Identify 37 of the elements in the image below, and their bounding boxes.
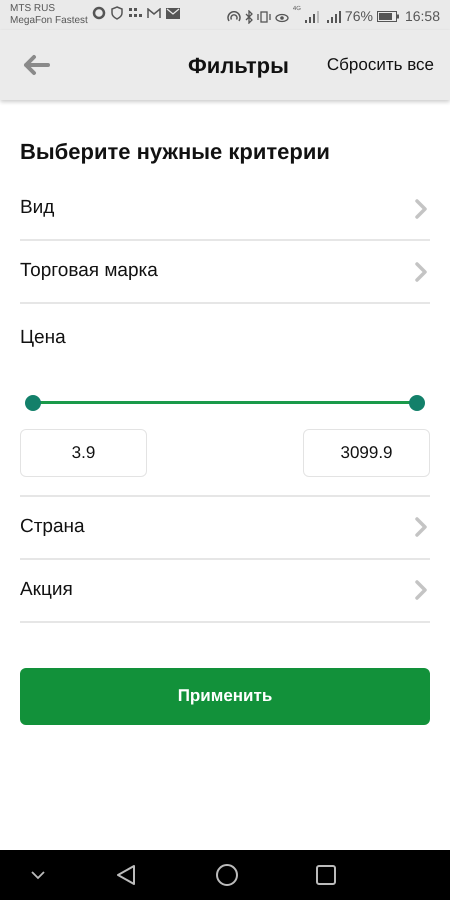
apply-button[interactable]: Применить — [20, 668, 430, 724]
back-triangle-icon[interactable] — [116, 864, 136, 886]
criterion-row[interactable]: Торговая марка — [20, 241, 430, 304]
shield-icon — [110, 6, 123, 20]
min-price-field[interactable]: 3.9 — [20, 428, 147, 476]
criterion-label: Цена — [20, 326, 67, 350]
chevron-right-icon — [414, 516, 428, 538]
recents-square-icon[interactable] — [316, 865, 336, 885]
carrier-name: MegaFon Fastest — [10, 15, 88, 27]
mail-icon — [146, 8, 161, 18]
chevron-right-icon — [414, 198, 428, 220]
battery-icon — [376, 11, 399, 22]
signal-icon — [326, 10, 341, 22]
signal-icon — [304, 10, 319, 22]
section-heading: Выберите нужные критерии — [20, 138, 331, 166]
clock-time: 16:58 — [404, 7, 440, 26]
criterion-row[interactable]: Акция — [20, 560, 430, 622]
max-price-field[interactable]: 3099.9 — [303, 428, 430, 476]
grid-icon — [128, 7, 142, 19]
hotspot-icon — [226, 10, 241, 22]
chevron-right-icon — [414, 579, 428, 601]
slider-thumb[interactable] — [409, 394, 425, 410]
home-circle-icon[interactable] — [216, 864, 238, 886]
carrier-name: MTS RUS — [10, 3, 56, 15]
criterion-row[interactable]: Вид — [20, 178, 430, 241]
slider-thumb[interactable] — [25, 394, 41, 410]
price-slider[interactable] — [25, 394, 425, 410]
vibrate-icon — [256, 10, 271, 22]
reset-all-button[interactable]: Сбросить все — [326, 52, 434, 78]
battery-percentage: 76% — [344, 7, 373, 26]
chevron-down-icon[interactable] — [30, 870, 46, 880]
back-arrow-icon[interactable] — [22, 54, 50, 76]
chevron-right-icon — [414, 260, 428, 282]
envelope-icon — [166, 8, 180, 18]
bluetooth-icon — [244, 10, 253, 24]
criterion-row[interactable]: Страна — [20, 496, 430, 560]
screen-title: Фильтры — [188, 52, 289, 80]
